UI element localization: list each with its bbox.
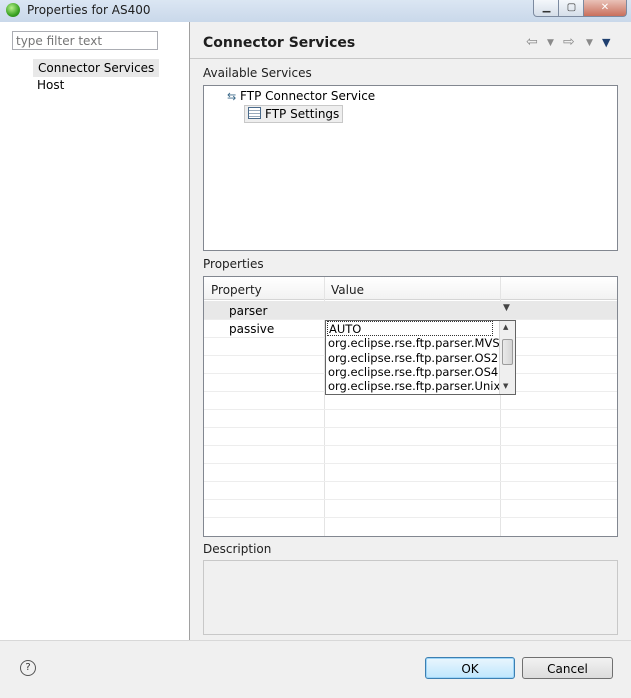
row-divider [204, 445, 617, 446]
row-divider [204, 409, 617, 410]
view-menu-icon[interactable]: ▼ [602, 36, 610, 49]
help-icon[interactable]: ? [20, 660, 36, 676]
dropdown-option[interactable]: AUTO [327, 321, 493, 336]
tree-item-label: FTP Settings [265, 107, 340, 121]
row-divider [204, 463, 617, 464]
properties-label: Properties [203, 257, 264, 271]
minimize-button[interactable]: ▁ [533, 0, 560, 17]
back-arrow-icon[interactable]: ⇦ [526, 34, 538, 50]
row-divider [204, 499, 617, 500]
title-separator [190, 58, 631, 59]
navigation-pane [0, 22, 190, 640]
scrollbar-thumb[interactable] [502, 339, 513, 365]
dropdown-option[interactable]: org.eclipse.rse.ftp.parser.MVS [328, 336, 500, 350]
combo-dropdown-arrow-icon[interactable]: ▼ [503, 303, 510, 313]
page-title: Connector Services [203, 35, 356, 51]
tree-item-ftp-connector-service[interactable]: ⇆ FTP Connector Service [227, 89, 375, 103]
nav-item-connector-services[interactable]: Connector Services [33, 59, 160, 77]
cancel-button[interactable]: Cancel [522, 657, 613, 679]
row-divider [204, 517, 617, 518]
column-header-value[interactable]: Value [331, 283, 364, 297]
dropdown-scrollbar[interactable]: ▲ ▼ [499, 321, 515, 394]
property-name-parser: parser [229, 304, 268, 318]
ok-button[interactable]: OK [425, 657, 515, 679]
maximize-button[interactable]: ▢ [558, 0, 585, 17]
filter-input[interactable] [12, 31, 158, 50]
back-menu-chevron-icon[interactable]: ▼ [547, 38, 554, 48]
dropdown-option[interactable]: org.eclipse.rse.ftp.parser.OS400 [328, 365, 513, 379]
forward-menu-chevron-icon[interactable]: ▼ [586, 38, 593, 48]
tree-item-ftp-settings[interactable]: FTP Settings [244, 105, 344, 123]
nav-item-host[interactable]: Host [37, 78, 64, 92]
window-title: Properties for AS400 [27, 3, 151, 17]
property-name-passive: passive [229, 322, 275, 336]
parser-value-combo[interactable] [325, 302, 516, 318]
column-header-property[interactable]: Property [211, 283, 262, 297]
table-header [204, 277, 617, 300]
description-area [203, 560, 618, 635]
forward-arrow-icon[interactable]: ⇨ [563, 34, 575, 50]
eclipse-app-icon [6, 3, 20, 17]
description-label: Description [203, 542, 272, 556]
bottom-separator [0, 640, 631, 641]
parser-dropdown-list[interactable]: AUTO org.eclipse.rse.ftp.parser.MVS org.… [325, 320, 516, 395]
tree-item-label: FTP Connector Service [240, 89, 376, 103]
scroll-up-icon[interactable]: ▲ [503, 323, 508, 331]
dropdown-option[interactable]: org.eclipse.rse.ftp.parser.Unix [328, 379, 500, 393]
row-divider [204, 427, 617, 428]
scroll-down-icon[interactable]: ▼ [503, 382, 508, 390]
dropdown-option[interactable]: org.eclipse.rse.ftp.parser.OS2 [328, 351, 498, 365]
connector-service-icon: ⇆ [227, 90, 237, 103]
properties-table-icon [248, 107, 261, 119]
close-button[interactable]: ✕ [583, 0, 627, 17]
row-divider [204, 481, 617, 482]
available-services-label: Available Services [203, 66, 312, 80]
